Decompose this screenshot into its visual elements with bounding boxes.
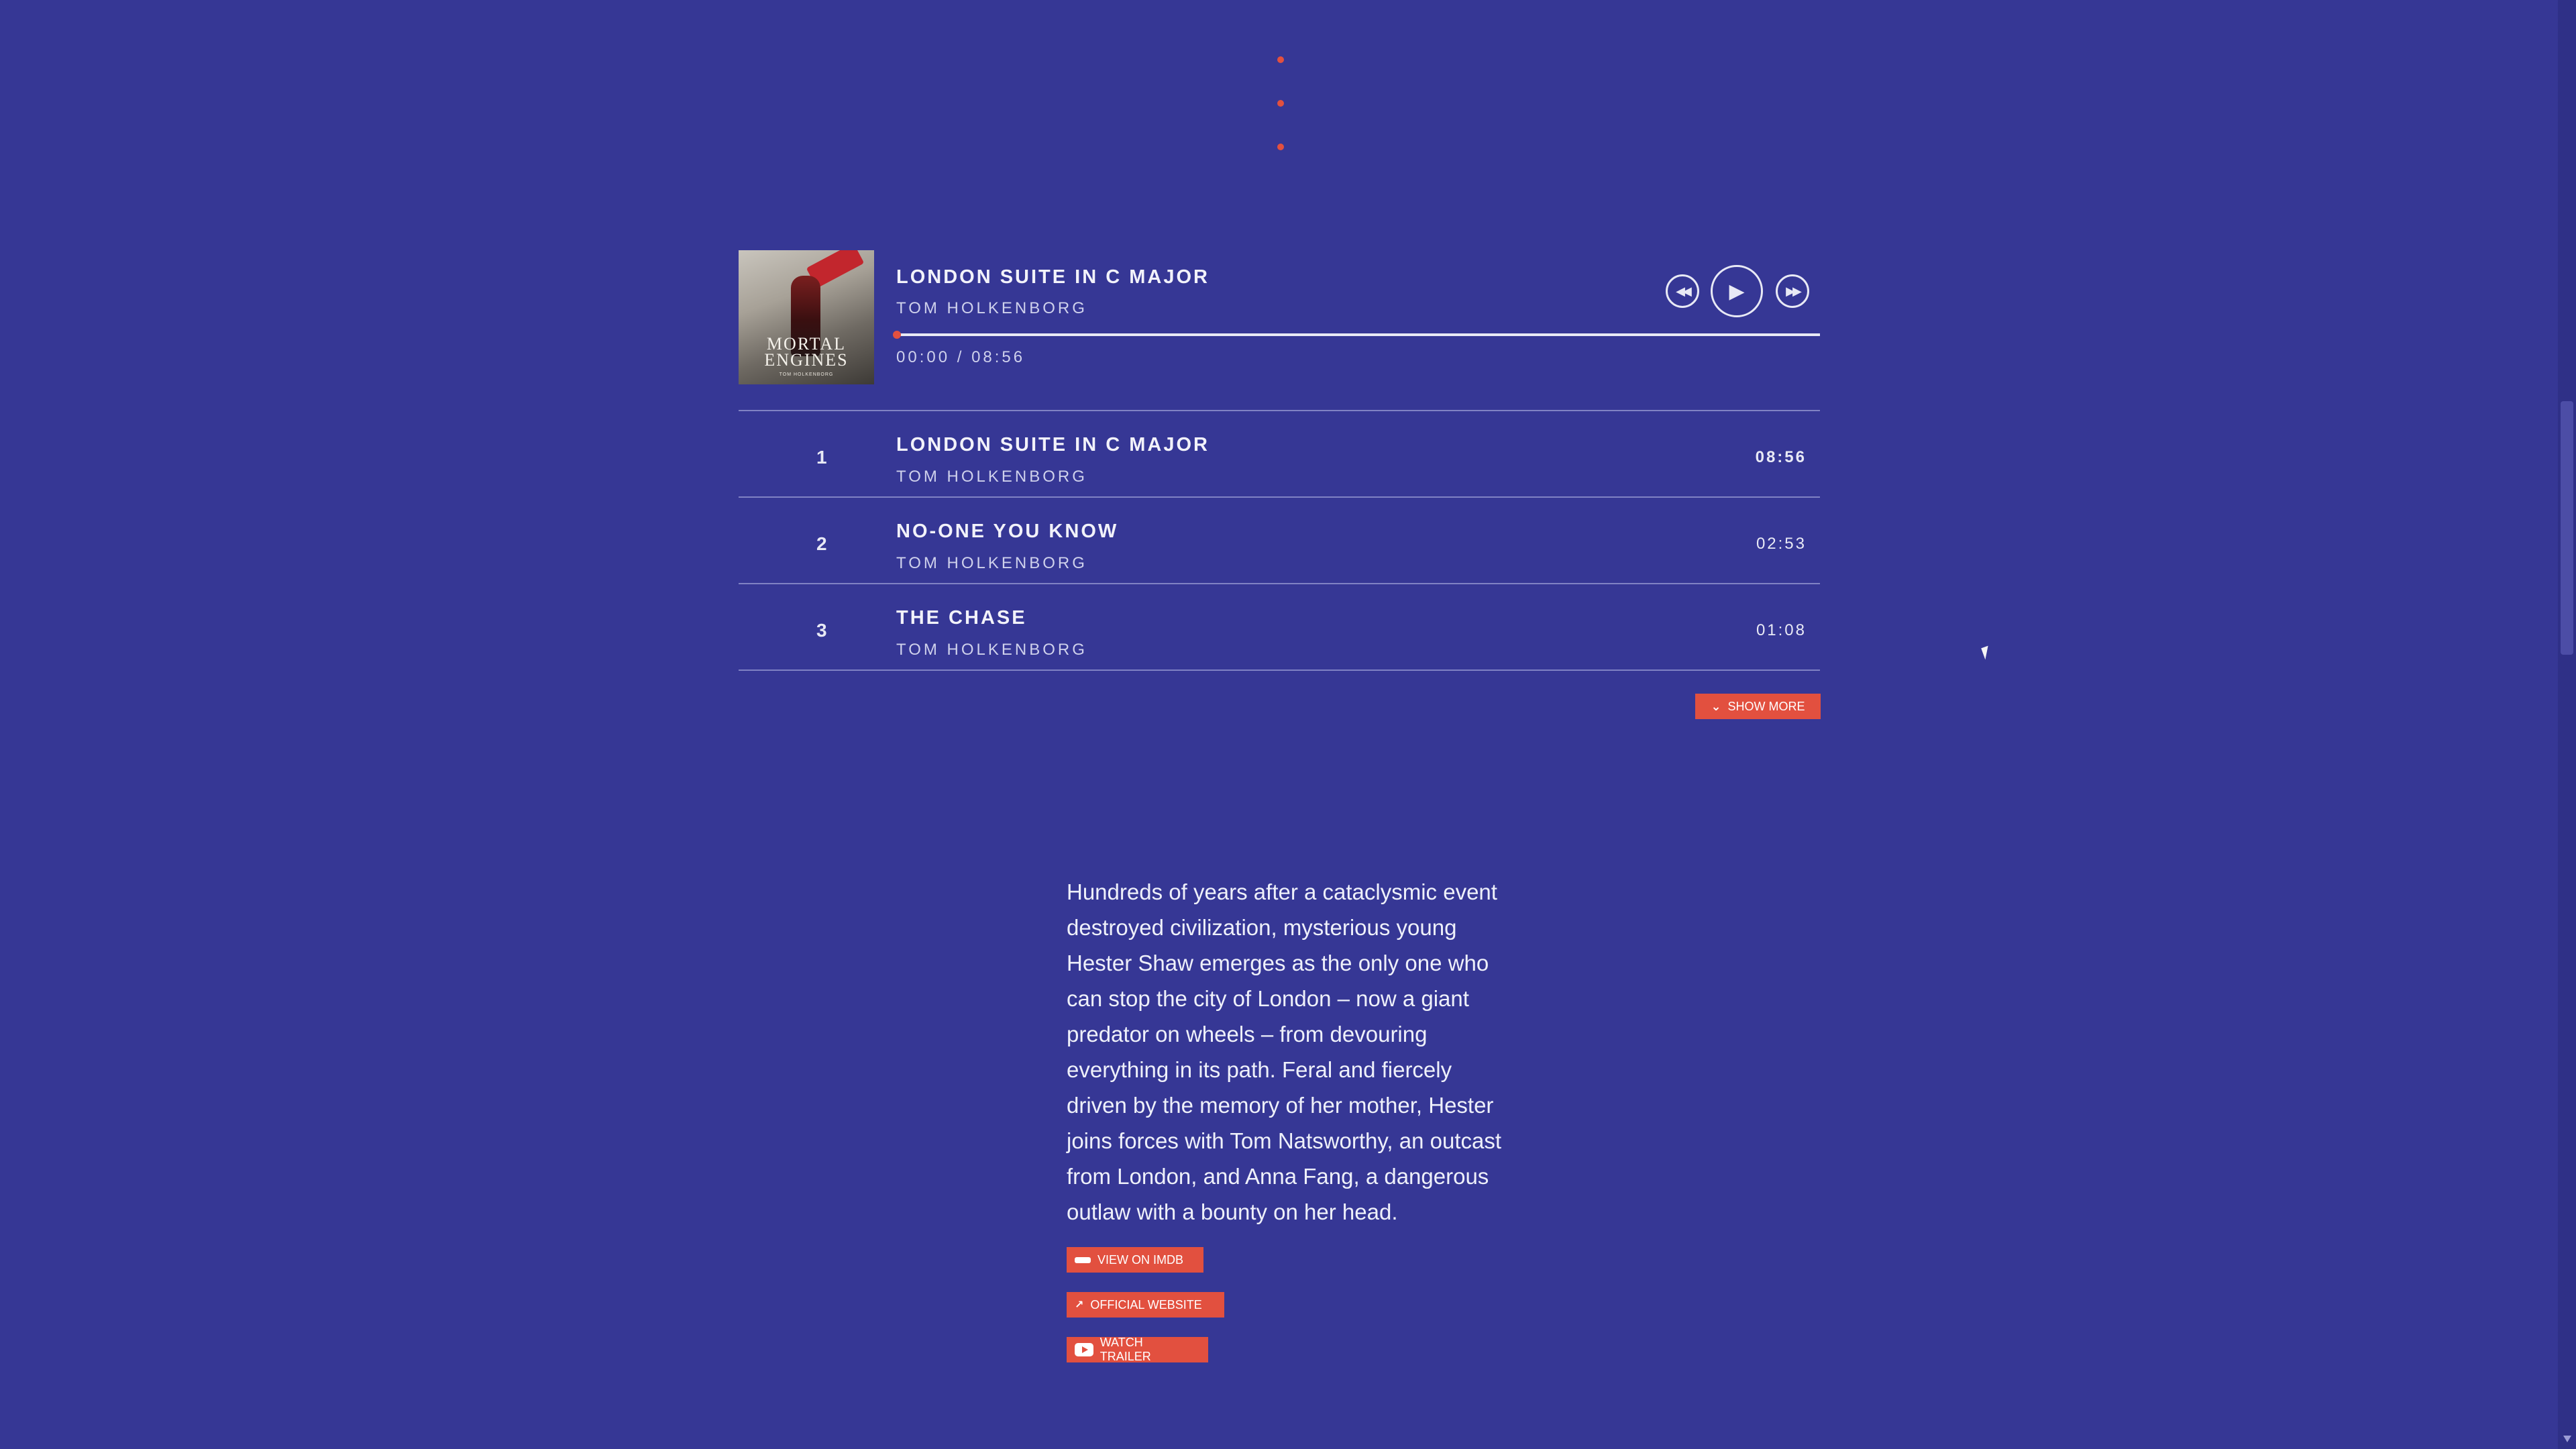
track-title: NO-ONE YOU KNOW xyxy=(896,521,1119,542)
watch-trailer-label: WATCH TRAILER xyxy=(1099,1336,1151,1363)
track-title: THE CHASE xyxy=(896,607,1027,629)
track-duration: 01:08 xyxy=(1756,621,1807,639)
progress-knob[interactable] xyxy=(893,331,901,339)
rewind-icon: ◀◀ xyxy=(1676,284,1692,298)
fast-forward-button[interactable]: ▶▶ xyxy=(1776,274,1809,308)
track-artist: TOM HOLKENBORG xyxy=(896,554,1087,572)
track-list: 1 LONDON SUITE IN C MAJOR TOM HOLKENBORG… xyxy=(739,410,1820,671)
decorative-dot xyxy=(1277,100,1284,107)
view-on-imdb-button[interactable]: VIEW ON IMDB xyxy=(1067,1247,1203,1273)
scrollbar[interactable] xyxy=(2558,0,2576,1449)
movie-description: Hundreds of years after a cataclysmic ev… xyxy=(1067,879,1502,1224)
rewind-button[interactable]: ◀◀ xyxy=(1666,274,1699,308)
decorative-dot xyxy=(1277,144,1284,150)
chevron-down-icon: ⌄ xyxy=(1711,699,1721,713)
youtube-icon xyxy=(1075,1343,1093,1356)
show-more-button[interactable]: ⌄ SHOW MORE xyxy=(1695,694,1821,719)
cover-title: MORTAL ENGINES xyxy=(764,334,849,370)
album-cover: MORTAL ENGINES TOM HOLKENBORG xyxy=(739,250,874,384)
external-link-icon: ↗ xyxy=(1075,1299,1084,1311)
track-title: LONDON SUITE IN C MAJOR xyxy=(896,434,1210,455)
track-row[interactable]: 1 LONDON SUITE IN C MAJOR TOM HOLKENBORG… xyxy=(739,410,1820,496)
play-button[interactable]: ▶ xyxy=(1711,265,1763,317)
progress-bar[interactable] xyxy=(893,331,1820,339)
playback-time: 00:00 / 08:56 xyxy=(896,348,1026,366)
track-duration: 08:56 xyxy=(1755,448,1807,466)
official-website-label: OFFICIAL WEBSITE xyxy=(1090,1297,1202,1311)
view-on-imdb-label: VIEW ON IMDB xyxy=(1097,1252,1184,1267)
fast-forward-icon: ▶▶ xyxy=(1786,284,1802,298)
now-playing-title: LONDON SUITE IN C MAJOR xyxy=(896,266,1210,288)
watch-trailer-button[interactable]: WATCH TRAILER xyxy=(1067,1336,1208,1363)
track-artist: TOM HOLKENBORG xyxy=(896,468,1087,486)
scroll-down-arrow-icon[interactable] xyxy=(2563,1436,2571,1442)
track-row[interactable]: 2 NO-ONE YOU KNOW TOM HOLKENBORG 02:53 xyxy=(739,496,1820,583)
show-more-label: SHOW MORE xyxy=(1727,699,1805,713)
play-icon: ▶ xyxy=(1729,280,1745,303)
mouse-cursor-icon xyxy=(1981,645,1992,660)
track-duration: 02:53 xyxy=(1756,535,1807,553)
track-number: 1 xyxy=(816,447,827,468)
official-website-button[interactable]: ↗ OFFICIAL WEBSITE xyxy=(1067,1292,1224,1318)
now-playing-artist: TOM HOLKENBORG xyxy=(896,299,1087,317)
cover-subtitle: TOM HOLKENBORG xyxy=(779,372,834,377)
track-number: 2 xyxy=(816,533,827,554)
page: MORTAL ENGINES TOM HOLKENBORG LONDON SUI… xyxy=(0,0,2576,1449)
decorative-dot xyxy=(1277,56,1284,63)
track-number: 3 xyxy=(816,620,827,641)
imdb-icon xyxy=(1075,1256,1091,1263)
track-artist: TOM HOLKENBORG xyxy=(896,641,1087,659)
scrollbar-thumb[interactable] xyxy=(2561,401,2573,655)
track-row[interactable]: 3 THE CHASE TOM HOLKENBORG 01:08 xyxy=(739,583,1820,671)
